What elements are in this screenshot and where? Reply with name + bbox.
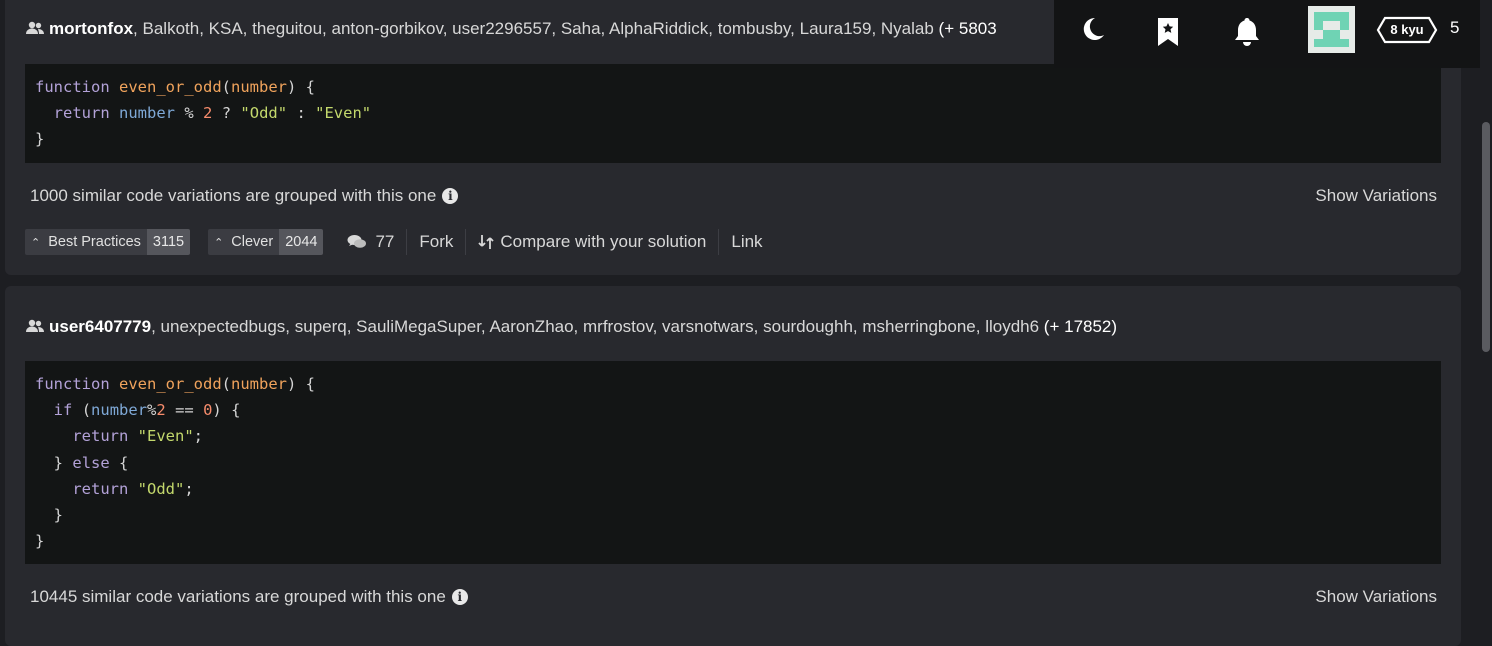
solution-actions: ⌃ Best Practices 3115 ⌃ Clever 2044 77 For… — [25, 229, 775, 255]
top-navbar: 8 kyu 5 — [1054, 0, 1480, 68]
author-list[interactable]: , unexpectedbugs, superq, SauliMegaSuper… — [151, 317, 1044, 336]
chevron-up-icon: ⌃ — [31, 236, 41, 249]
bell-icon[interactable] — [1232, 16, 1262, 48]
fork-link[interactable]: Fork — [406, 229, 465, 255]
vote-count: 3115 — [146, 229, 191, 255]
avatar-identicon — [1314, 12, 1349, 47]
code-block: function even_or_odd(number) { return nu… — [25, 64, 1441, 163]
user-avatar[interactable] — [1308, 6, 1355, 53]
rank-label: 8 kyu — [1390, 22, 1424, 37]
honor-score: 5 — [1450, 18, 1460, 37]
info-icon[interactable]: i — [451, 589, 468, 605]
more-authors[interactable]: (+ 5803 — [939, 19, 997, 38]
compare-link[interactable]: Compare with your solution — [465, 229, 718, 255]
author-link[interactable]: user6407779 — [49, 317, 151, 336]
show-variations-button[interactable]: Show Variations — [1315, 186, 1437, 206]
solution-authors: mortonfox, Balkoth, KSA, theguitou, anto… — [25, 19, 997, 39]
variations-info: 10445 similar code variations are groupe… — [30, 587, 468, 607]
variations-text: 10445 similar code variations are groupe… — [30, 587, 446, 606]
scrollbar-thumb[interactable] — [1482, 122, 1490, 352]
page-scrollbar[interactable] — [1480, 0, 1492, 627]
chevron-up-icon: ⌃ — [214, 236, 224, 249]
show-variations-button[interactable]: Show Variations — [1315, 587, 1437, 607]
solution-authors: user6407779, unexpectedbugs, superq, Sau… — [25, 317, 1117, 337]
bookmark-icon[interactable] — [1156, 16, 1180, 48]
variations-text: 1000 similar code variations are grouped… — [30, 186, 437, 205]
users-icon — [26, 21, 44, 34]
more-authors[interactable]: (+ 17852) — [1044, 317, 1117, 336]
comments-icon — [347, 235, 367, 248]
vote-best-practices-button[interactable]: ⌃ Best Practices 3115 — [25, 229, 191, 255]
vote-label: Best Practices — [48, 234, 141, 250]
author-list[interactable]: , Balkoth, KSA, theguitou, anton-gorbiko… — [133, 19, 939, 38]
code-block: function even_or_odd(number) { if (numbe… — [25, 361, 1441, 564]
vote-count: 2044 — [279, 229, 324, 255]
compare-icon — [478, 235, 495, 249]
moon-icon[interactable] — [1080, 14, 1106, 44]
users-icon — [26, 319, 44, 332]
author-link[interactable]: mortonfox — [49, 19, 133, 38]
comments-count: 77 — [375, 232, 395, 251]
info-icon[interactable]: i — [442, 188, 459, 204]
permalink[interactable]: Link — [718, 229, 774, 255]
variations-info: 1000 similar code variations are grouped… — [30, 186, 459, 206]
solution-card: user6407779, unexpectedbugs, superq, Sau… — [5, 286, 1461, 646]
compare-label: Compare with your solution — [500, 232, 707, 251]
vote-clever-button[interactable]: ⌃ Clever 2044 — [208, 229, 324, 255]
vote-label: Clever — [231, 234, 274, 250]
comments-button[interactable]: 77 — [341, 229, 406, 255]
rank-badge[interactable]: 8 kyu — [1376, 16, 1438, 44]
